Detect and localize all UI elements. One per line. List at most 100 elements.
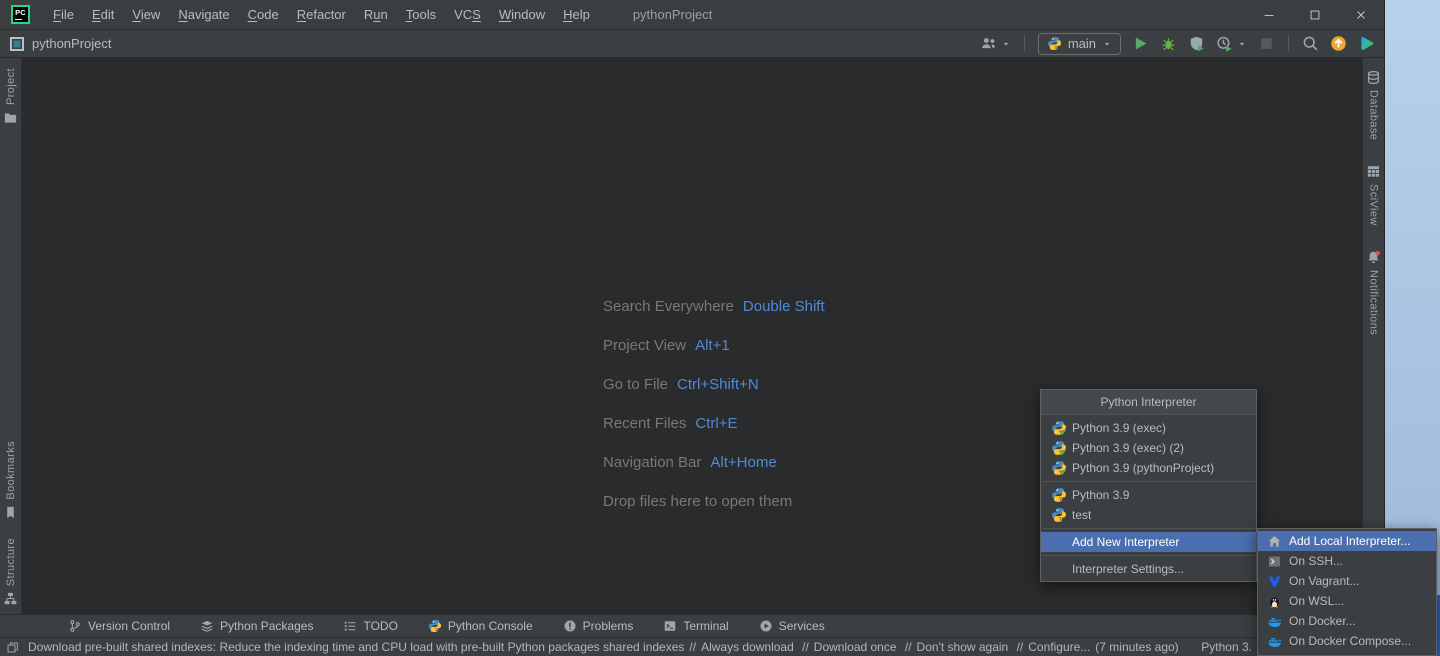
services-icon (759, 619, 773, 633)
tool-window-label: Structure (5, 538, 17, 586)
tool-window-button[interactable]: TODO (343, 619, 397, 633)
tool-window-label: Notifications (1368, 270, 1380, 335)
status-action: //Always download (684, 640, 793, 654)
debug-icon[interactable] (1160, 35, 1177, 52)
interpreter-menu-item[interactable]: Python 3.9 (1041, 485, 1256, 505)
tool-window-button[interactable]: Terminal (663, 619, 728, 633)
maximize-button[interactable] (1292, 0, 1338, 29)
interpreter-label: Python 3.9 (exec) (2) (1072, 441, 1184, 455)
menu-item[interactable]: Refactor (288, 0, 355, 30)
update-icon[interactable] (1330, 35, 1347, 52)
submenu-item[interactable]: On Docker... (1258, 611, 1436, 631)
problems-icon (563, 619, 577, 633)
restore-icon[interactable] (6, 641, 19, 654)
status-action-link[interactable]: Download once (814, 640, 897, 654)
submenu-item[interactable]: On Docker Compose... (1258, 631, 1436, 651)
menu-item[interactable]: Code (239, 0, 288, 30)
shortcut-action-label: Navigation Bar (603, 454, 701, 471)
shortcut-action-label: Drop files here to open them (603, 493, 792, 510)
sciview-icon (1366, 164, 1381, 179)
run-configuration-selector[interactable]: main (1038, 33, 1121, 55)
run-icon[interactable] (1132, 35, 1149, 52)
interpreter-status[interactable]: Python 3. (1201, 640, 1252, 654)
menu-item[interactable]: Window (490, 0, 554, 30)
tool-window-label: Bookmarks (5, 441, 17, 500)
learn-icon[interactable] (1358, 35, 1375, 52)
menu-item[interactable]: Run (355, 0, 397, 30)
status-action-link[interactable]: Configure... (1028, 640, 1090, 654)
interpreter-label: Python 3.9 (pythonProject) (1072, 461, 1214, 475)
menu-item[interactable]: Navigate (169, 0, 238, 30)
min-icon (1262, 8, 1276, 22)
users-icon[interactable] (980, 35, 997, 52)
minimize-button[interactable] (1246, 0, 1292, 29)
structure-icon (3, 591, 18, 606)
desktop-background: PC File Edit View Navigate Code Refactor (0, 0, 1440, 656)
tool-window-button[interactable]: Structure (3, 538, 18, 606)
menu-item[interactable]: Edit (83, 0, 123, 30)
pycharm-logo-text: PC (15, 9, 26, 17)
caret-icon (1102, 39, 1112, 49)
title-bar: PC File Edit View Navigate Code Refactor (0, 0, 1384, 30)
shortcut-action-label: Recent Files (603, 415, 686, 432)
shortcut-action-label: Go to File (603, 376, 668, 393)
toolbar-separator (1288, 35, 1289, 52)
interpreter-menu-item[interactable]: Python 3.9 (exec) (1041, 418, 1256, 438)
menu-item[interactable]: Tools (397, 0, 445, 30)
menu-item[interactable]: View (123, 0, 169, 30)
python-icon (1047, 36, 1062, 51)
tool-window-label: Python Packages (220, 619, 313, 633)
vagrant-icon (1267, 574, 1282, 589)
interpreter-label: test (1072, 508, 1091, 522)
tool-window-button[interactable]: Database (1366, 70, 1381, 140)
shortcut-keystroke: Alt+Home (710, 454, 776, 471)
docker-icon (1267, 614, 1282, 629)
shortcut-hint-row: Recent Files Ctrl+E (603, 404, 825, 443)
tool-window-button[interactable]: Python Console (428, 619, 533, 633)
tool-window-button[interactable]: Notifications (1366, 250, 1381, 335)
breadcrumb-label: pythonProject (32, 36, 112, 51)
tool-window-button[interactable]: Version Control (68, 619, 170, 633)
interpreter-menu-item[interactable]: Python 3.9 (exec) (2) (1041, 438, 1256, 458)
tool-window-button[interactable]: Bookmarks (3, 441, 18, 520)
interpreter-menu-item[interactable]: test (1041, 505, 1256, 525)
submenu-item[interactable]: On SSH... (1258, 551, 1436, 571)
coverage-icon[interactable] (1188, 35, 1205, 52)
separator (1042, 555, 1255, 556)
shortcut-keystroke: Alt+1 (695, 337, 730, 354)
tool-window-button[interactable]: Project (3, 68, 18, 125)
menu-item[interactable]: File (44, 0, 83, 30)
tool-window-button[interactable]: Problems (563, 619, 634, 633)
interpreter-menu-item[interactable]: Python 3.9 (pythonProject) (1041, 458, 1256, 478)
close-button[interactable] (1338, 0, 1384, 29)
interpreter-menu-item[interactable]: Interpreter Settings... (1041, 559, 1256, 579)
interpreter-label: Interpreter Settings... (1072, 562, 1184, 576)
stop-icon (1258, 35, 1275, 52)
navigation-breadcrumb[interactable]: pythonProject (10, 36, 112, 51)
search-icon[interactable] (1302, 35, 1319, 52)
caret-icon[interactable] (1237, 39, 1247, 49)
tool-window-button[interactable]: SciView (1366, 164, 1381, 226)
menu-item[interactable]: Help (554, 0, 599, 30)
status-action-link[interactable]: Don't show again (917, 640, 1009, 654)
tool-window-button[interactable]: Services (759, 619, 825, 633)
status-action-link[interactable]: Always download (701, 640, 794, 654)
toolbar-separator (1024, 35, 1025, 52)
tool-window-label: Services (779, 619, 825, 633)
home-icon (1267, 534, 1282, 549)
python-interpreter-popup: Python Interpreter Python 3.9 (exec) Pyt… (1040, 389, 1257, 582)
submenu-item[interactable]: On WSL... (1258, 591, 1436, 611)
add-interpreter-submenu: Add Local Interpreter... On SSH... On Va… (1257, 528, 1437, 656)
packages-icon (200, 619, 214, 633)
interpreter-menu-item[interactable]: Add New Interpreter (1041, 532, 1256, 552)
submenu-item[interactable]: On Vagrant... (1258, 571, 1436, 591)
submenu-item[interactable]: Add Local Interpreter... (1258, 531, 1436, 551)
status-timestamp: (7 minutes ago) (1095, 640, 1178, 654)
caret-icon[interactable] (1001, 39, 1011, 49)
menu-item[interactable]: VCS (445, 0, 490, 30)
tool-window-button[interactable]: Python Packages (200, 619, 313, 633)
profiler-icon[interactable] (1216, 35, 1233, 52)
shortcut-keystroke: Ctrl+E (695, 415, 737, 432)
python-icon (1051, 507, 1067, 523)
submenu-label: Add Local Interpreter... (1289, 534, 1410, 548)
